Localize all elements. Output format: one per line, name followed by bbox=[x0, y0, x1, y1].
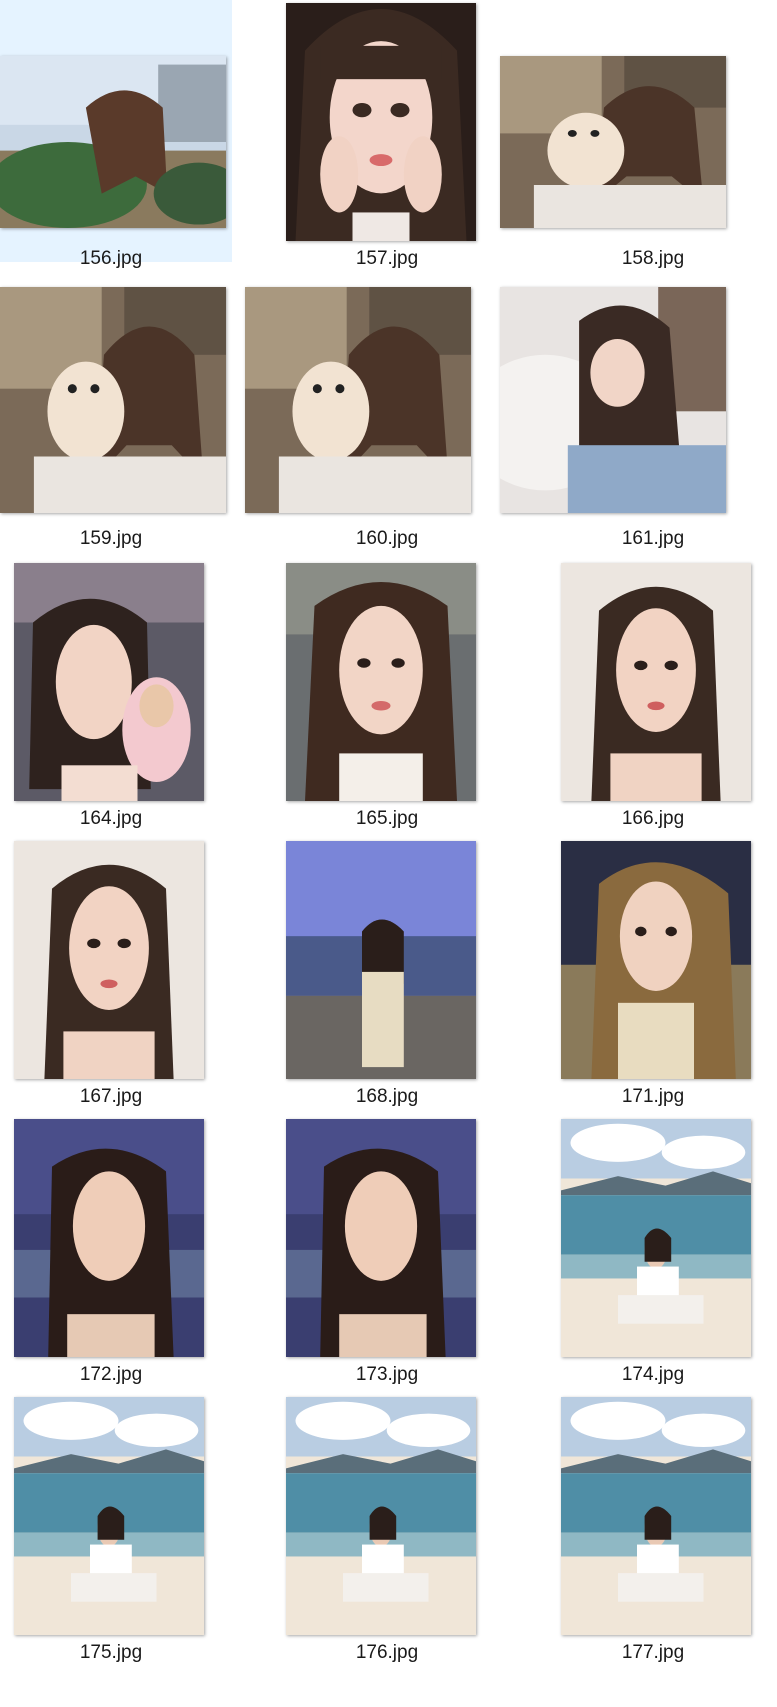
file-name: 159.jpg bbox=[79, 528, 143, 549]
file-name: 161.jpg bbox=[621, 528, 685, 549]
file-thumbnail[interactable] bbox=[286, 1119, 476, 1357]
file-name: 157.jpg bbox=[355, 248, 419, 269]
file-item[interactable]: 171.jpg bbox=[532, 838, 774, 1114]
file-thumbnail[interactable] bbox=[500, 287, 726, 513]
file-item[interactable]: 156.jpg bbox=[0, 0, 232, 269]
file-thumbnail[interactable] bbox=[286, 841, 476, 1079]
file-name: 177.jpg bbox=[621, 1642, 685, 1663]
file-thumbnail[interactable] bbox=[500, 56, 726, 228]
file-name: 158.jpg bbox=[621, 248, 685, 269]
file-name: 171.jpg bbox=[621, 1086, 685, 1107]
file-name: 165.jpg bbox=[355, 808, 419, 829]
file-item[interactable]: 166.jpg bbox=[532, 560, 774, 836]
file-item[interactable]: 161.jpg bbox=[500, 280, 774, 556]
file-thumbnail[interactable] bbox=[14, 1397, 204, 1635]
file-name: 160.jpg bbox=[355, 528, 419, 549]
file-item[interactable]: 168.jpg bbox=[266, 838, 508, 1114]
file-item[interactable]: 159.jpg bbox=[0, 280, 232, 556]
file-name: 172.jpg bbox=[79, 1364, 143, 1385]
file-name: 156.jpg bbox=[79, 248, 143, 269]
file-thumbnail[interactable] bbox=[286, 563, 476, 801]
file-thumbnail[interactable] bbox=[286, 1397, 476, 1635]
file-item[interactable]: 164.jpg bbox=[0, 560, 232, 836]
file-thumbnail[interactable] bbox=[286, 3, 476, 241]
file-item[interactable]: 158.jpg bbox=[500, 0, 774, 276]
file-thumbnail[interactable] bbox=[0, 287, 226, 513]
file-item[interactable]: 167.jpg bbox=[0, 838, 232, 1114]
file-thumbnail[interactable] bbox=[14, 563, 204, 801]
file-name: 175.jpg bbox=[79, 1642, 143, 1663]
file-thumbnail[interactable] bbox=[245, 287, 471, 513]
file-item[interactable]: 173.jpg bbox=[266, 1116, 508, 1392]
file-name: 168.jpg bbox=[355, 1086, 419, 1107]
thumbnail-grid: 156.jpg 157.jpg 158.jpg 159.jpg 160.jpg 161.j… bbox=[0, 0, 777, 1707]
file-item[interactable]: 160.jpg bbox=[245, 280, 508, 556]
file-item[interactable]: 165.jpg bbox=[266, 560, 508, 836]
file-item[interactable]: 175.jpg bbox=[0, 1394, 232, 1670]
file-item[interactable]: 176.jpg bbox=[266, 1394, 508, 1670]
file-name: 166.jpg bbox=[621, 808, 685, 829]
file-thumbnail[interactable] bbox=[561, 1119, 751, 1357]
file-thumbnail[interactable] bbox=[14, 841, 204, 1079]
file-thumbnail[interactable] bbox=[561, 563, 751, 801]
file-thumbnail[interactable] bbox=[14, 1119, 204, 1357]
file-item[interactable]: 172.jpg bbox=[0, 1116, 232, 1392]
file-thumbnail[interactable] bbox=[561, 1397, 751, 1635]
file-item[interactable]: 157.jpg bbox=[266, 0, 508, 276]
file-item[interactable]: 174.jpg bbox=[532, 1116, 774, 1392]
file-item[interactable]: 177.jpg bbox=[532, 1394, 774, 1670]
file-name: 176.jpg bbox=[355, 1642, 419, 1663]
file-name: 173.jpg bbox=[355, 1364, 419, 1385]
file-thumbnail[interactable] bbox=[561, 841, 751, 1079]
file-name: 174.jpg bbox=[621, 1364, 685, 1385]
file-thumbnail[interactable] bbox=[0, 56, 226, 228]
file-name: 164.jpg bbox=[79, 808, 143, 829]
file-name: 167.jpg bbox=[79, 1086, 143, 1107]
